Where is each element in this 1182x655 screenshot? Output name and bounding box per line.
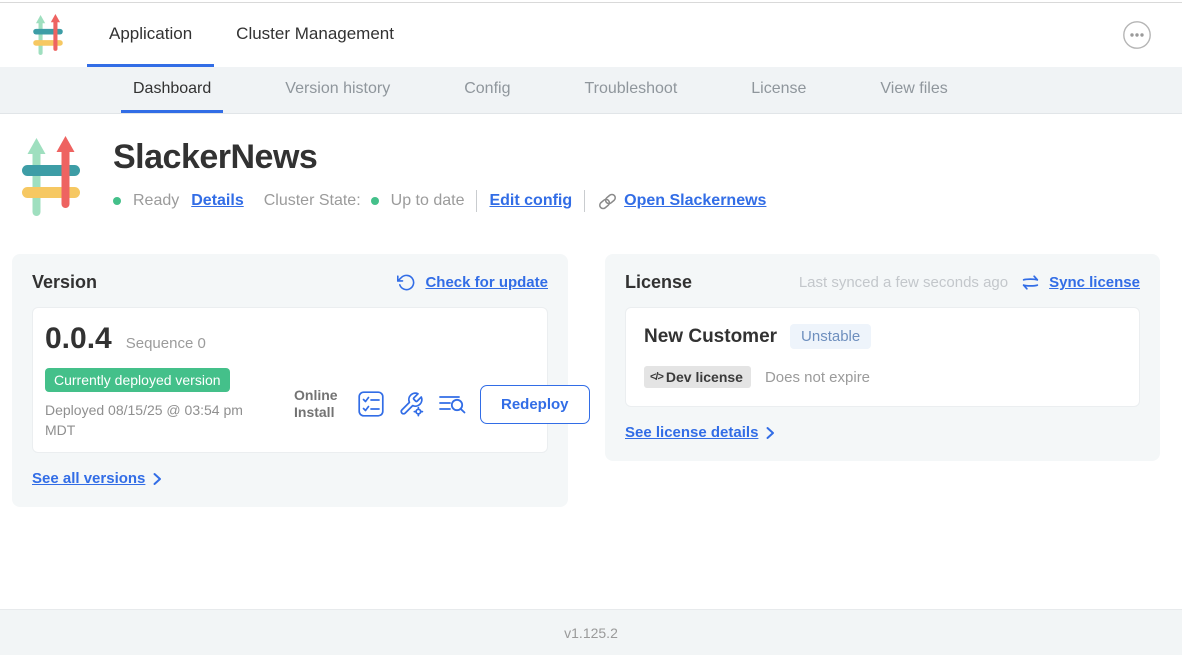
version-card-title: Version xyxy=(32,272,97,293)
config-tools-icon[interactable] xyxy=(398,391,424,417)
open-app-link[interactable]: Open Slackernews xyxy=(624,192,766,210)
license-card: License Last synced a few seconds ago Sy… xyxy=(605,254,1160,461)
license-expiration: Does not expire xyxy=(765,369,870,386)
code-icon: </> xyxy=(650,371,663,383)
version-number: 0.0.4 xyxy=(45,322,112,356)
app-logo-icon xyxy=(33,14,63,56)
top-navbar: Application Cluster Management xyxy=(0,3,1182,67)
see-license-details[interactable]: See license details xyxy=(625,424,1140,441)
deployed-status-badge: Currently deployed version xyxy=(45,368,230,392)
see-license-details-link[interactable]: See license details xyxy=(625,424,758,441)
chevron-right-icon xyxy=(152,472,162,486)
status-details-link[interactable]: Details xyxy=(191,192,243,210)
subnav-tab-license[interactable]: License xyxy=(739,67,818,113)
console-version: v1.125.2 xyxy=(564,625,618,641)
preflight-checks-icon[interactable] xyxy=(358,391,384,417)
see-all-versions[interactable]: See all versions xyxy=(32,470,548,487)
app-subnav: Dashboard Version history Config Trouble… xyxy=(0,67,1182,114)
app-status-text: Ready xyxy=(133,192,179,210)
link-chain-icon xyxy=(597,191,618,212)
see-all-versions-link[interactable]: See all versions xyxy=(32,470,145,487)
navbar-tab-cluster-management[interactable]: Cluster Management xyxy=(214,3,416,67)
cluster-state-value: Up to date xyxy=(391,192,465,210)
view-logs-icon[interactable] xyxy=(438,392,466,416)
main-content: SlackerNews Ready Details Cluster State:… xyxy=(0,114,1182,609)
edit-config-link[interactable]: Edit config xyxy=(489,192,572,210)
license-type-badge: </> Dev license xyxy=(644,366,751,388)
admin-console-page: Application Cluster Management Dashboard… xyxy=(0,0,1182,655)
page-title: SlackerNews xyxy=(113,138,778,177)
console-footer: v1.125.2 xyxy=(0,609,1182,655)
app-logo-large-icon xyxy=(22,136,80,218)
customer-name: New Customer xyxy=(644,326,777,348)
current-version-panel: 0.0.4 Sequence 0 Currently deployed vers… xyxy=(32,307,548,453)
navbar-tab-application[interactable]: Application xyxy=(87,3,214,67)
subnav-tab-view-files[interactable]: View files xyxy=(868,67,959,113)
app-status-row: Ready Details Cluster State: Up to date … xyxy=(113,190,778,212)
install-type-label: Online Install xyxy=(294,387,344,422)
deployed-timestamp: Deployed 08/15/25 @ 03:54 pm MDT xyxy=(45,401,273,440)
status-divider xyxy=(476,190,477,212)
last-synced-text: Last synced a few seconds ago xyxy=(799,274,1008,291)
subnav-tab-dashboard[interactable]: Dashboard xyxy=(121,67,223,113)
redeploy-button[interactable]: Redeploy xyxy=(480,385,590,424)
dashboard-cards: Version Check for update 0.0.4 xyxy=(12,254,1160,507)
overflow-menu-icon[interactable] xyxy=(1122,20,1152,50)
chevron-right-icon xyxy=(765,426,775,440)
version-card: Version Check for update 0.0.4 xyxy=(12,254,568,507)
sequence-label: Sequence 0 xyxy=(126,335,206,352)
check-for-update[interactable]: Check for update xyxy=(397,273,548,292)
status-divider xyxy=(584,190,585,212)
cluster-state-dot xyxy=(371,197,379,205)
subnav-tab-config[interactable]: Config xyxy=(452,67,522,113)
refresh-icon xyxy=(397,273,416,292)
sync-license-link[interactable]: Sync license xyxy=(1049,274,1140,291)
cluster-state-label: Cluster State: xyxy=(264,192,361,210)
license-panel: New Customer Unstable </> Dev license Do… xyxy=(625,307,1140,407)
app-header: SlackerNews Ready Details Cluster State:… xyxy=(22,136,1160,218)
channel-badge: Unstable xyxy=(790,324,871,349)
navbar-tabs: Application Cluster Management xyxy=(87,3,416,67)
license-card-title: License xyxy=(625,272,692,293)
app-status-dot xyxy=(113,197,121,205)
license-type-label: Dev license xyxy=(666,369,743,385)
check-for-update-link[interactable]: Check for update xyxy=(425,274,548,291)
sync-arrows-icon xyxy=(1021,273,1040,292)
subnav-tab-version-history[interactable]: Version history xyxy=(273,67,402,113)
subnav-tab-troubleshoot[interactable]: Troubleshoot xyxy=(572,67,689,113)
